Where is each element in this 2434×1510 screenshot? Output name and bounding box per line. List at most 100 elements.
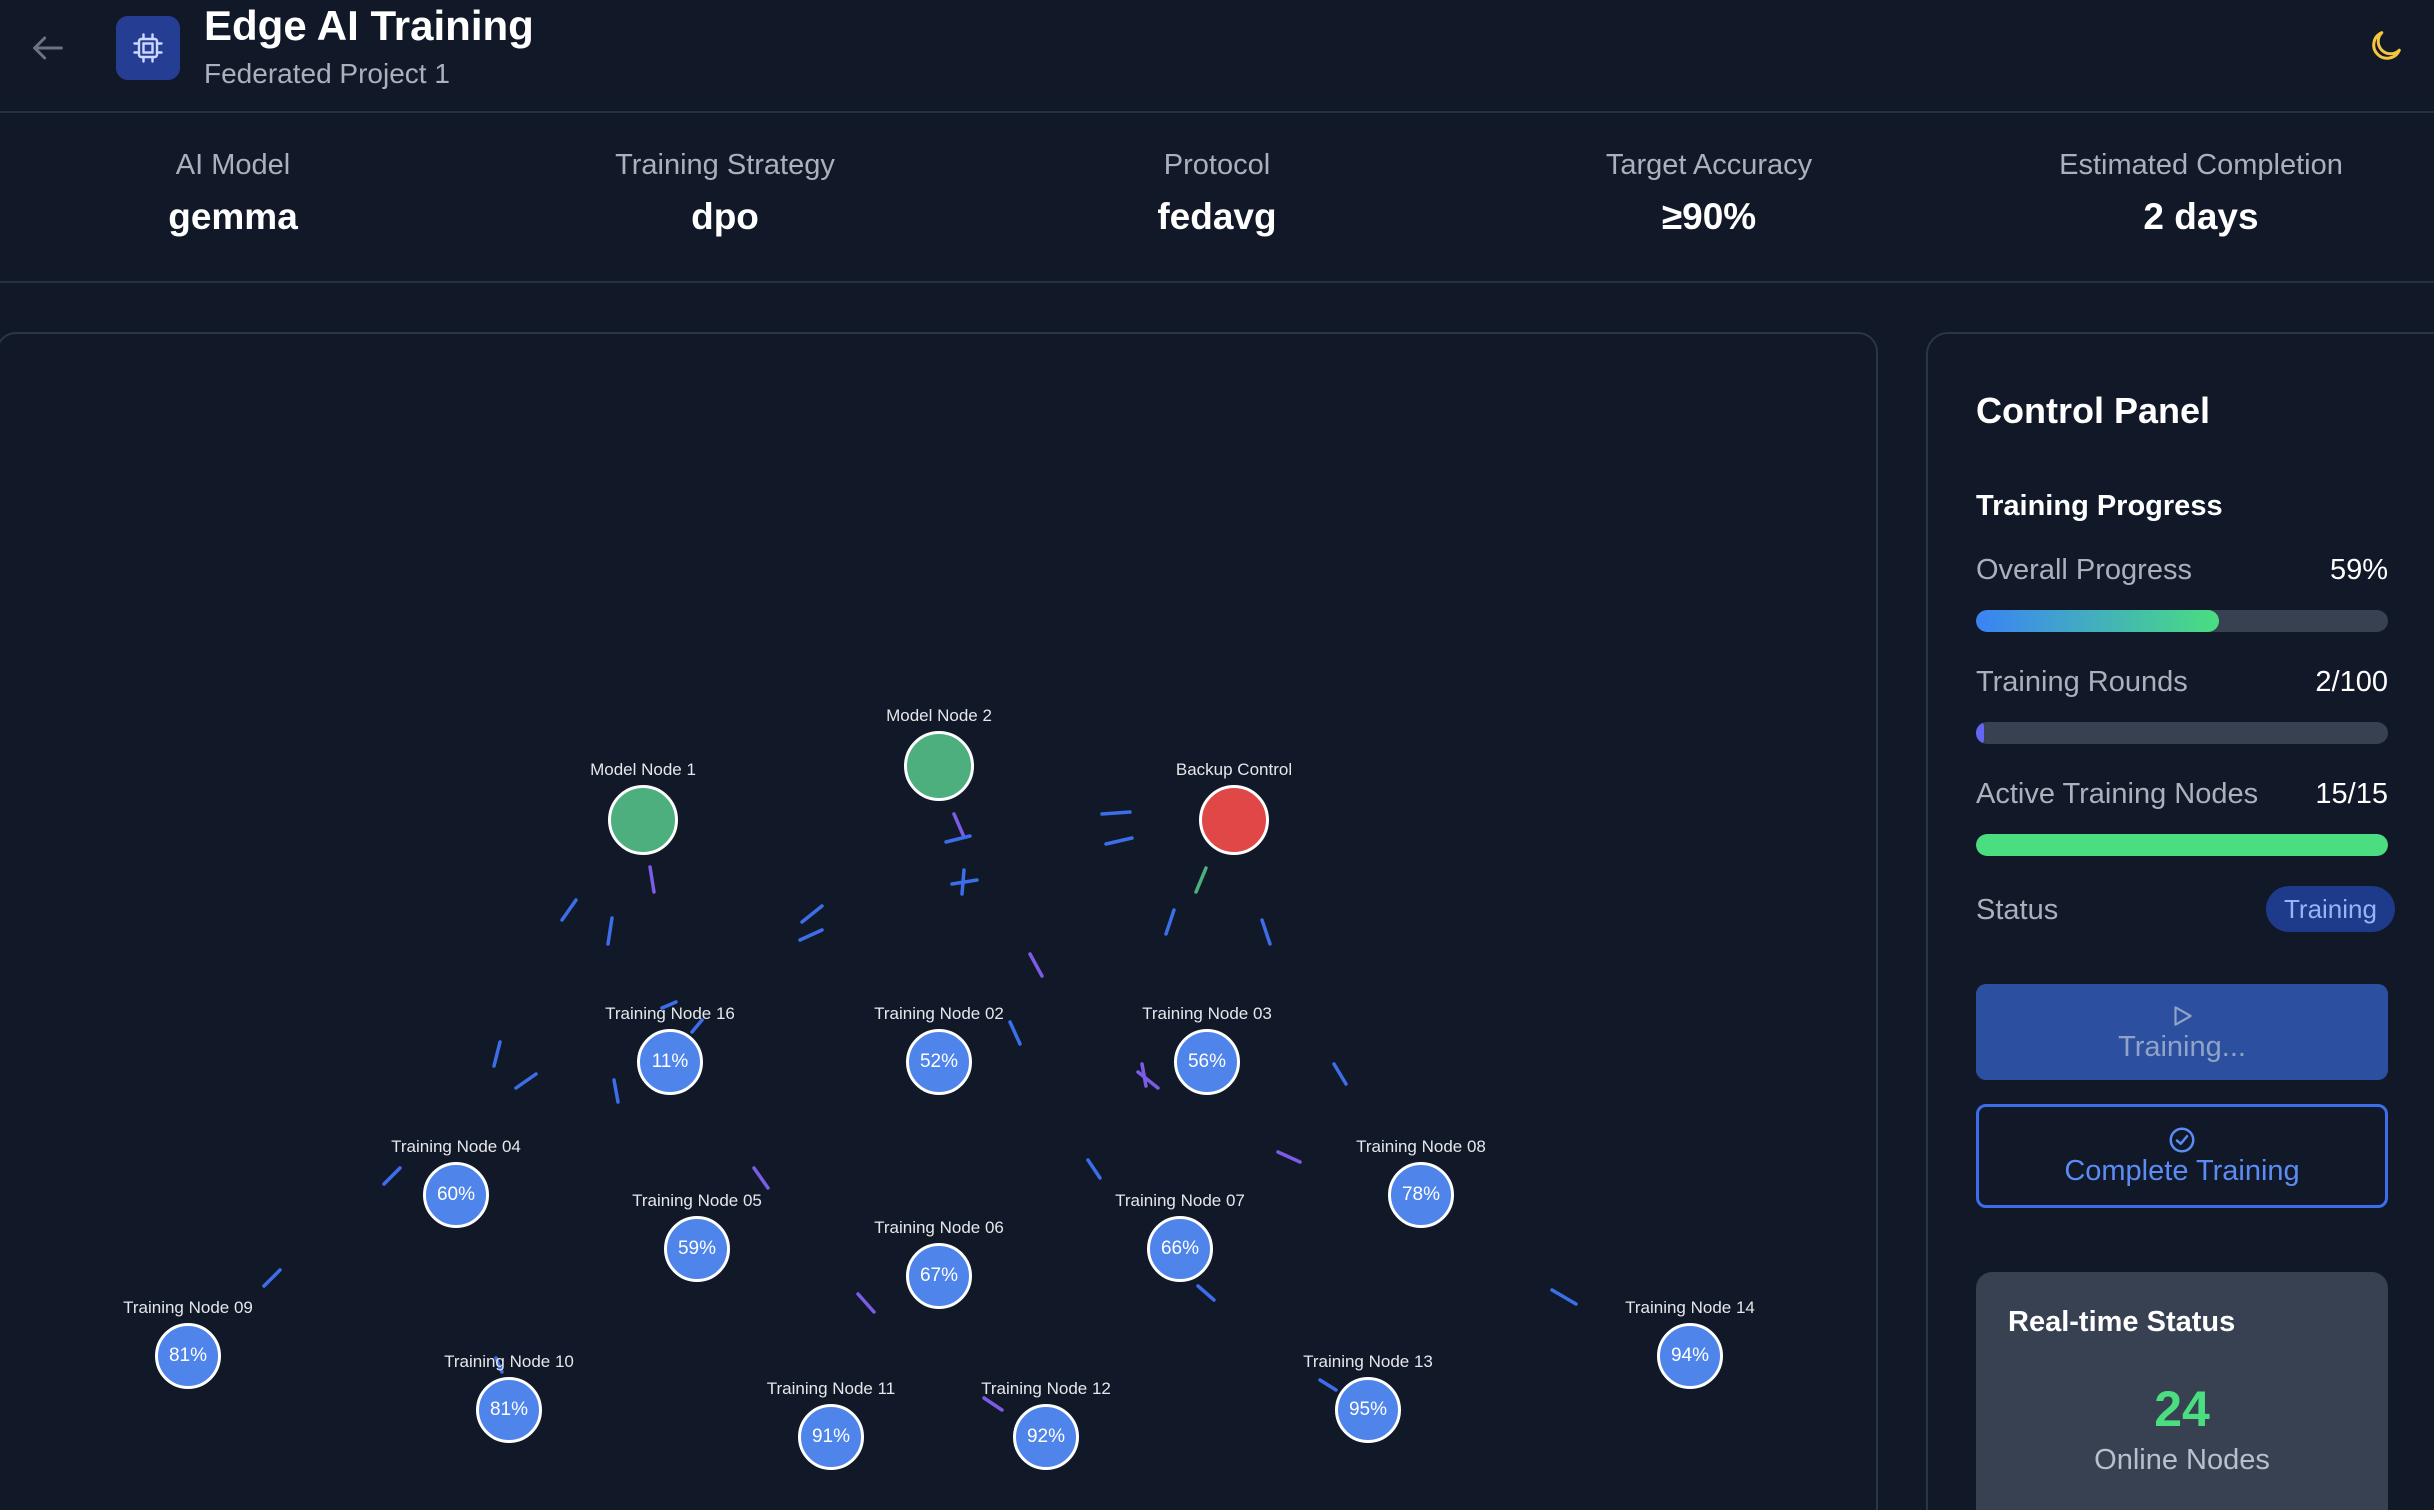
stat-label: AI Model (175, 149, 291, 181)
theme-toggle-button[interactable] (2360, 20, 2412, 72)
link-dash (952, 812, 966, 839)
link-dash (612, 1078, 620, 1104)
stat-label: Estimated Completion (2059, 149, 2343, 181)
training-node[interactable]: 52% (906, 1029, 972, 1095)
training-node[interactable]: 66% (1147, 1216, 1213, 1282)
node-label: Training Node 11 (766, 1379, 896, 1398)
link-dash (982, 1396, 1004, 1412)
training-rounds-row: Training Rounds 2/100 (1976, 666, 2388, 699)
training-node[interactable]: 11% (637, 1029, 703, 1095)
node-label: Model Node 1 (590, 760, 696, 779)
link-dash (1318, 1378, 1338, 1392)
complete-training-button[interactable]: Complete Training (1976, 1104, 2388, 1208)
link-dash (560, 898, 578, 922)
node-label: Backup Control (1175, 760, 1293, 779)
stat-value: fedavg (1157, 196, 1277, 237)
project-subtitle: Federated Project 1 (204, 58, 450, 89)
link-dash (798, 928, 824, 942)
stat-protocol: Protocol fedavg (1037, 149, 1397, 238)
stat-target-accuracy: Target Accuracy ≥90% (1529, 149, 1889, 238)
training-button[interactable]: Training... (1976, 984, 2388, 1080)
node-label: Training Node 05 (632, 1191, 762, 1210)
stat-label: Target Accuracy (1605, 149, 1813, 181)
link-dash (1196, 1284, 1216, 1302)
training-node[interactable]: 56% (1174, 1029, 1240, 1095)
control-node[interactable] (1199, 785, 1269, 855)
node-label: Training Node 09 (123, 1298, 253, 1317)
link-dash (800, 904, 824, 924)
online-nodes-label: Online Nodes (2094, 1444, 2270, 1476)
link-dash (752, 1166, 770, 1190)
link-dash (262, 1268, 282, 1288)
training-node[interactable]: 92% (1013, 1404, 1079, 1470)
metric-value: 15/15 (2315, 778, 2388, 810)
node-label: Training Node 16 (605, 1004, 735, 1023)
training-node[interactable]: 95% (1335, 1377, 1401, 1443)
control-node[interactable] (904, 731, 974, 801)
link-dash (1332, 1062, 1348, 1086)
link-dash (492, 1040, 502, 1068)
complete-training-label: Complete Training (2064, 1154, 2300, 1187)
metric-value: 2/100 (2315, 666, 2388, 698)
page-title: Edge AI Training (204, 2, 534, 49)
node-label: Training Node 12 (981, 1379, 1111, 1398)
training-node[interactable]: 94% (1657, 1323, 1723, 1389)
link-dash (382, 1166, 402, 1186)
training-rounds-bar (1976, 722, 2388, 744)
training-node[interactable]: 59% (664, 1216, 730, 1282)
node-label: Training Node 07 (1115, 1191, 1245, 1210)
overall-progress-fill (1976, 610, 2220, 632)
stat-value: gemma (168, 196, 298, 237)
cpu-chip-icon (133, 33, 163, 63)
training-node[interactable]: 67% (906, 1243, 972, 1309)
metric-label: Training Rounds (1976, 666, 2188, 698)
app-page: Edge AI Training Federated Project 1 AI … (0, 0, 2434, 1510)
moon-icon (2372, 31, 2401, 60)
link-dash (1104, 836, 1134, 846)
link-dash (1086, 1158, 1102, 1180)
training-node[interactable]: 91% (798, 1404, 864, 1470)
training-node[interactable]: 81% (155, 1323, 221, 1389)
back-button[interactable] (22, 22, 74, 74)
stat-value: 2 days (2143, 196, 2259, 237)
link-dash (1008, 1020, 1022, 1046)
link-dash (514, 1072, 538, 1090)
control-node[interactable] (608, 785, 678, 855)
active-nodes-bar (1976, 834, 2388, 856)
training-rounds-fill (1976, 722, 1985, 744)
training-node[interactable]: 60% (423, 1162, 489, 1228)
node-label: Training Node 10 (444, 1352, 574, 1371)
network-visualization: Model Node 1 Model Node 2 Backup Control Tr… (0, 332, 1878, 1510)
online-nodes-count: 24 (2154, 1381, 2210, 1437)
realtime-status-card: Real-time Status 24 Online Nodes (1976, 1272, 2388, 1510)
link-dash (606, 916, 614, 946)
status-row: Status (1976, 894, 2176, 927)
metric-label: Active Training Nodes (1976, 778, 2259, 810)
node-label: Training Node 14 (1625, 1298, 1755, 1317)
active-nodes-fill (1976, 834, 2388, 856)
stat-label: Training Strategy (615, 149, 835, 181)
link-dash (1136, 1070, 1160, 1090)
status-label: Status (1976, 894, 2059, 926)
network-links (262, 810, 1578, 1412)
link-dash (1276, 1150, 1302, 1164)
node-label: Training Node 02 (874, 1004, 1004, 1023)
node-label: Training Node 06 (874, 1218, 1004, 1237)
control-panel-title: Control Panel (1976, 390, 2211, 431)
link-dash (944, 834, 972, 844)
training-node[interactable]: 78% (1388, 1162, 1454, 1228)
header: Edge AI Training Federated Project 1 (0, 0, 2434, 113)
project-stats: AI Model gemma Training Strategy dpo Pro… (0, 113, 2434, 283)
overall-progress-bar (1976, 610, 2388, 632)
link-dash (1550, 1288, 1578, 1306)
stat-value: dpo (691, 196, 759, 237)
link-dash (1028, 952, 1044, 978)
control-panel: Control Panel Training Progress Overall … (1926, 332, 2434, 1510)
metric-label: Overall Progress (1976, 554, 2192, 586)
training-node[interactable]: 81% (476, 1377, 542, 1443)
overall-progress-row: Overall Progress 59% (1976, 554, 2388, 587)
play-icon (2169, 1001, 2195, 1031)
node-label: Training Node 13 (1303, 1352, 1433, 1371)
training-button-label: Training... (2118, 1030, 2246, 1063)
stat-label: Protocol (1163, 149, 1271, 181)
